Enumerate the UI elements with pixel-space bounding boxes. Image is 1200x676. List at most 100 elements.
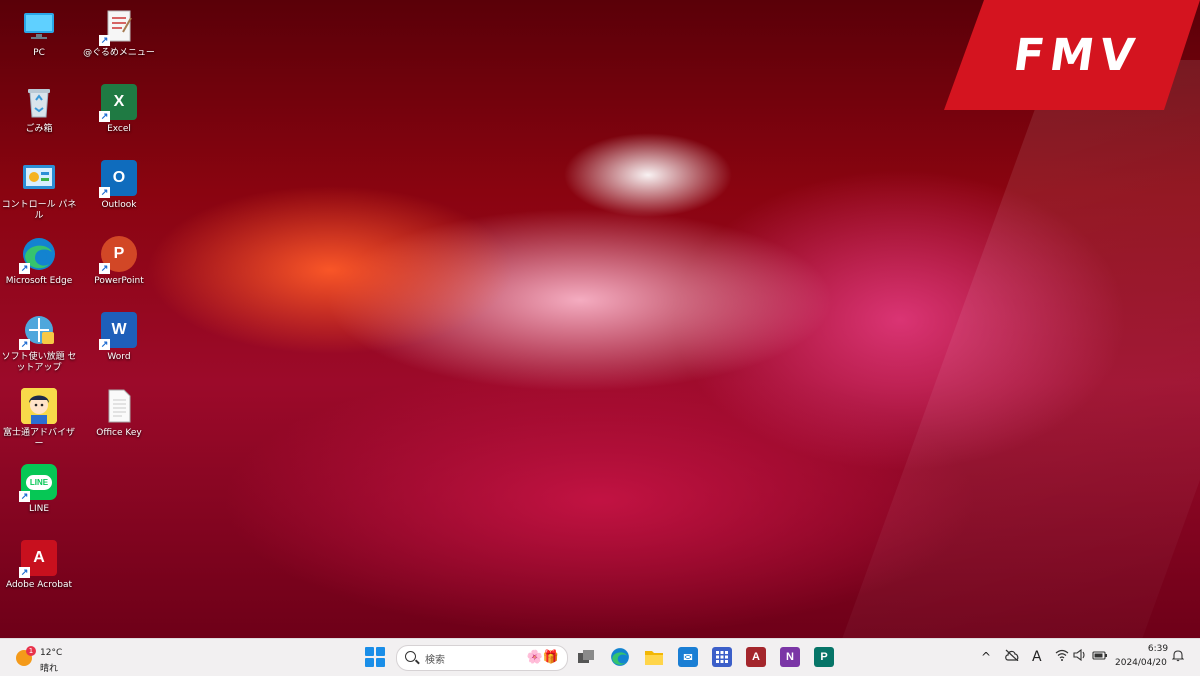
- shortcut-arrow-icon: ↗: [99, 187, 110, 198]
- word-icon: W ↗: [99, 312, 137, 350]
- network-button[interactable]: [1055, 649, 1069, 665]
- edge-icon: [611, 648, 629, 666]
- desktop-icon-label: コントロール パネル: [1, 200, 77, 221]
- desktop-icon-label: Adobe Acrobat: [5, 580, 73, 590]
- outlook-glyph: O: [112, 169, 126, 186]
- calculator-icon: [716, 651, 728, 663]
- desktop-icon-label: PowerPoint: [94, 276, 144, 286]
- desktop-icon-line[interactable]: LINE ↗ LINE: [2, 460, 76, 532]
- desktop-wallpaper[interactable]: FMV PC ごみ箱 コントロール パネル ↗ Microsoft Edge ↗…: [0, 0, 1200, 638]
- desktop-icon-microsoft-edge[interactable]: ↗ Microsoft Edge: [2, 232, 76, 304]
- desktop-icon-office-key[interactable]: Office Key: [82, 384, 156, 456]
- acrobat-glyph: A: [33, 549, 45, 566]
- shortcut-arrow-icon: ↗: [19, 567, 30, 578]
- weather-widget[interactable]: 1 12°C 晴れ: [14, 644, 74, 674]
- shortcut-arrow-icon: ↗: [19, 263, 30, 274]
- desktop-icon-outlook[interactable]: O ↗ Outlook: [82, 156, 156, 228]
- wallpaper-light-beam: [827, 60, 1200, 638]
- onenote-icon: N: [786, 651, 794, 663]
- chevron-up-icon: ^: [981, 650, 992, 664]
- search-icon: [405, 651, 416, 662]
- windows-logo-pane: [376, 647, 385, 656]
- start-button[interactable]: [364, 646, 386, 668]
- desktop-icon-label: ごみ箱: [25, 124, 53, 134]
- weather-temperature: 12°C: [40, 648, 63, 658]
- fmv-logo-text: FMV: [1010, 29, 1144, 81]
- desktop-icon-label: LINE: [28, 504, 50, 514]
- show-hidden-icons-button[interactable]: ^: [981, 649, 991, 665]
- volume-button[interactable]: [1073, 648, 1087, 665]
- shortcut-arrow-icon: ↗: [19, 339, 30, 350]
- battery-icon: [1092, 651, 1107, 660]
- ime-mode-button[interactable]: A: [1032, 649, 1042, 665]
- software-setup-icon: ↗: [19, 312, 57, 350]
- desktop-icon-label: Office Key: [96, 428, 142, 438]
- search-box[interactable]: 検索 🌸🎁: [396, 645, 568, 671]
- monitor-icon: [21, 8, 57, 44]
- shortcut-arrow-icon: ↗: [99, 263, 110, 274]
- taskbar-edge[interactable]: [610, 647, 630, 667]
- excel-glyph: X: [113, 93, 125, 110]
- line-icon: LINE ↗: [19, 464, 57, 502]
- task-view-icon: [578, 650, 594, 663]
- shortcut-arrow-icon: ↗: [99, 339, 110, 350]
- excel-icon: X ↗: [99, 84, 137, 122]
- document-icon: [101, 388, 137, 424]
- desktop-icon-powerpoint[interactable]: P ↗ PowerPoint: [82, 232, 156, 304]
- desktop-icon-recycle-bin[interactable]: ごみ箱: [2, 80, 76, 152]
- speaker-icon: [1073, 648, 1085, 662]
- desktop-icon-label: PC: [33, 48, 45, 58]
- bell-icon: [1171, 650, 1185, 662]
- ime-indicator: A: [1032, 649, 1042, 665]
- windows-logo-pane: [365, 658, 374, 667]
- desktop-icon-software-setup[interactable]: ↗ ソフト使い放題 セットアップ: [2, 308, 76, 380]
- desktop-icon-excel[interactable]: X ↗ Excel: [82, 80, 156, 152]
- edge-icon: ↗: [19, 236, 57, 274]
- taskbar: 1 12°C 晴れ 検索 🌸🎁 ✉ A N P ^ A 6:39 2024/04…: [0, 638, 1200, 676]
- clock-date[interactable]: 2024/04/20: [1115, 658, 1167, 668]
- menu-doc-icon: ↗: [99, 8, 137, 46]
- desktop-icon-control-panel[interactable]: コントロール パネル: [2, 156, 76, 228]
- word-glyph: W: [111, 321, 127, 338]
- search-highlight-icon: 🌸🎁: [526, 650, 559, 665]
- windows-logo-pane: [376, 658, 385, 667]
- outlook-icon: O ↗: [99, 160, 137, 198]
- powerpoint-icon: P ↗: [99, 236, 137, 274]
- task-view-button[interactable]: [576, 647, 596, 667]
- desktop-icon-label: Microsoft Edge: [5, 276, 73, 286]
- cloud-icon: [1005, 649, 1019, 662]
- desktop-icon-fujitsu-advisor[interactable]: 富士通アドバイザー: [2, 384, 76, 456]
- fmv-brand-badge: FMV: [944, 0, 1200, 110]
- publisher-icon: P: [820, 651, 828, 663]
- desktop-icon-word[interactable]: W ↗ Word: [82, 308, 156, 380]
- desktop-icon-label: Outlook: [101, 200, 137, 210]
- mail-icon: ✉: [683, 651, 693, 664]
- cloud-sync-button[interactable]: [1004, 649, 1020, 665]
- taskbar-calculator[interactable]: [712, 647, 732, 667]
- powerpoint-glyph: P: [113, 245, 125, 262]
- taskbar-access[interactable]: A: [746, 647, 766, 667]
- search-placeholder: 検索: [425, 655, 445, 666]
- desktop-icon-label: ソフト使い放題 セットアップ: [1, 352, 77, 373]
- desktop-icon-adobe-acrobat[interactable]: A ↗ Adobe Acrobat: [2, 536, 76, 608]
- notifications-button[interactable]: [1171, 649, 1185, 666]
- desktop-icon-gourmet-menu[interactable]: ↗ @ぐるめメニュー: [82, 4, 156, 76]
- taskbar-file-explorer[interactable]: [644, 647, 664, 667]
- folder-icon: [645, 651, 663, 665]
- taskbar-mail[interactable]: ✉: [678, 647, 698, 667]
- shortcut-arrow-icon: ↗: [99, 111, 110, 122]
- line-glyph: LINE: [25, 474, 53, 490]
- wifi-icon: [1055, 649, 1069, 661]
- taskbar-onenote[interactable]: N: [780, 647, 800, 667]
- desktop-icon-pc[interactable]: PC: [2, 4, 76, 76]
- battery-button[interactable]: [1092, 649, 1108, 665]
- taskbar-publisher[interactable]: P: [814, 647, 834, 667]
- desktop-icon-label: @ぐるめメニュー: [83, 48, 155, 58]
- advisor-icon: [21, 388, 57, 424]
- recycle-bin-icon: [21, 84, 57, 120]
- notification-badge: 1: [26, 646, 36, 656]
- desktop-icon-label: Excel: [107, 124, 131, 134]
- windows-logo-pane: [365, 647, 374, 656]
- desktop-icon-label: Word: [107, 352, 131, 362]
- weather-condition: 晴れ: [40, 664, 59, 674]
